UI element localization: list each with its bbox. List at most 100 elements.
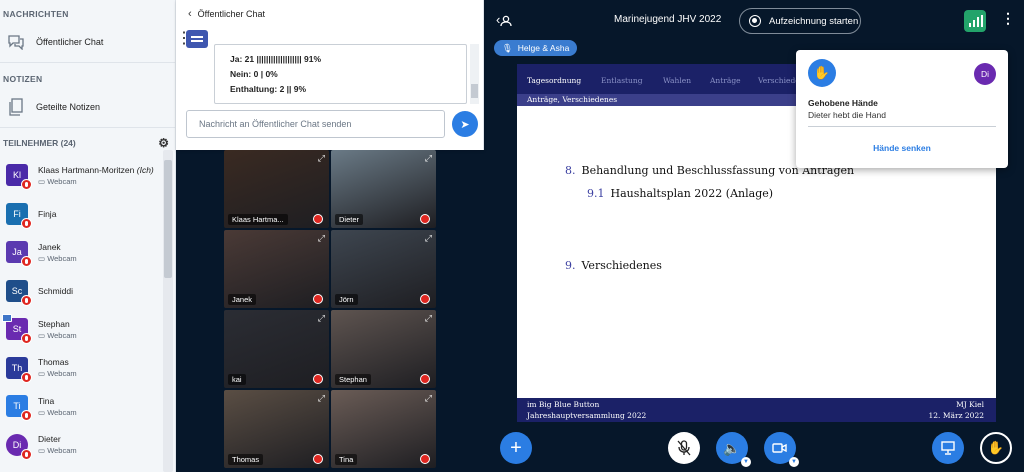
participant-status-text: Webcam — [47, 369, 77, 379]
expand-icon[interactable]: ⤢ — [425, 313, 432, 324]
options-menu-icon[interactable]: ⋮ — [1001, 10, 1015, 27]
avatar: Th — [6, 356, 32, 383]
webcam-username[interactable]: kai — [228, 374, 246, 385]
expand-icon[interactable]: ⤢ — [318, 313, 325, 324]
muted-icon — [313, 294, 323, 304]
webcam-username[interactable]: Klaas Hartma... — [228, 214, 288, 225]
muted-icon — [21, 217, 32, 229]
muted-icon — [420, 374, 430, 384]
participant-info: Dieter ▭ Webcam — [38, 434, 77, 455]
footer-left-2: Jahreshauptversammlung 2022 — [527, 411, 647, 420]
expand-icon[interactable]: ⤢ — [425, 153, 432, 164]
gear-icon[interactable]: ⚙ — [158, 136, 169, 150]
microphone-icon: 🎙 — [502, 42, 513, 53]
webcam-username[interactable]: Thomas — [228, 454, 264, 465]
muted-icon — [21, 371, 32, 383]
participant-name: Klaas Hartmann-Moritzen (Ich) — [38, 165, 154, 175]
raised-hand-icon: ✋ — [808, 59, 836, 87]
chat-message-input[interactable]: Nachricht an Öffentlicher Chat senden — [186, 110, 445, 138]
expand-icon[interactable]: ⤢ — [318, 153, 325, 164]
avatar: Sc — [6, 279, 32, 306]
messages-section-title: NACHRICHTEN — [3, 9, 69, 19]
back-chevron-icon[interactable]: ‹ — [188, 8, 192, 20]
poll-line-abstain: Enthaltung: 2 || 9% — [230, 84, 307, 94]
divider — [0, 127, 175, 128]
raise-hand-button[interactable]: ✋ — [980, 432, 1012, 464]
webcam-tile[interactable]: ⤢ Janek — [224, 230, 329, 308]
webcam-icon: ▭ — [38, 176, 46, 186]
expand-icon[interactable]: ⤢ — [318, 393, 325, 404]
agenda-number: 9.1 — [587, 187, 605, 200]
chat-header: ‹ Öffentlicher Chat — [176, 0, 483, 28]
participant-name: Tina — [38, 396, 77, 406]
muted-icon — [313, 374, 323, 384]
participant-status-text: Webcam — [47, 446, 77, 456]
camera-button[interactable]: ▼ — [764, 432, 799, 467]
chat-panel: ‹ Öffentlicher Chat ⋮ Ja: 21 |||||||||||… — [176, 0, 484, 150]
scrollbar-thumb[interactable] — [164, 160, 172, 278]
chevron-down-icon[interactable]: ▼ — [741, 457, 751, 467]
plus-icon: + — [510, 436, 522, 459]
slide-nav-item: Wahlen — [663, 76, 692, 85]
participant-item[interactable]: St Stephan ▭ Webcam — [0, 310, 175, 349]
participant-item[interactable]: Sc Schmiddi — [0, 272, 175, 311]
webcam-username[interactable]: Jörn — [335, 294, 358, 305]
participant-item[interactable]: Ja Janek ▭ Webcam — [0, 233, 175, 272]
muted-icon — [420, 214, 430, 224]
lower-hands-button[interactable]: Hände senken — [796, 143, 1008, 153]
toggle-userlist-icon[interactable]: ‹ — [496, 12, 512, 27]
chat-title[interactable]: Öffentlicher Chat — [198, 9, 265, 19]
webcam-icon: ▭ — [38, 330, 46, 340]
participant-info: Janek ▭ Webcam — [38, 242, 77, 263]
agenda-item: 9. Verschiedenes — [565, 259, 662, 272]
presentation-button[interactable] — [932, 432, 964, 464]
participant-info: Tina ▭ Webcam — [38, 396, 77, 417]
shared-notes-item[interactable]: Geteilte Notizen — [0, 89, 175, 125]
expand-icon[interactable]: ⤢ — [425, 393, 432, 404]
avatar-initials: Th — [11, 362, 23, 373]
webcam-tile[interactable]: ⤢ Dieter — [331, 150, 436, 228]
participant-status: ▭ Webcam — [38, 369, 77, 378]
webcam-tile[interactable]: ⤢ Stephan — [331, 310, 436, 388]
webcam-tile[interactable]: ⤢ Tina — [331, 390, 436, 468]
poll-result-box: Ja: 21 ||||||||||||||||||| 91% Nein: 0 |… — [214, 44, 467, 104]
participant-item[interactable]: Di Dieter ▭ Webcam — [0, 426, 175, 465]
participant-item[interactable]: Fi Finja — [0, 195, 175, 234]
connection-status-icon[interactable] — [964, 10, 986, 32]
avatar: Ti — [6, 395, 32, 422]
webcam-username[interactable]: Dieter — [335, 214, 364, 225]
mute-button[interactable] — [668, 432, 700, 464]
participant-info: Klaas Hartmann-Moritzen (Ich) ▭ Webcam — [38, 165, 154, 186]
actions-plus-button[interactable]: + — [500, 432, 532, 464]
webcam-username[interactable]: Tina — [335, 454, 358, 465]
divider — [0, 62, 175, 63]
chat-scrollbar-thumb[interactable] — [471, 84, 478, 98]
webcam-tile[interactable]: ⤢ Klaas Hartma... — [224, 150, 329, 228]
chat-scrollbar[interactable] — [470, 44, 479, 104]
expand-icon[interactable]: ⤢ — [318, 233, 325, 244]
send-button[interactable]: ➤ — [452, 111, 478, 137]
participant-scrollbar[interactable] — [163, 150, 173, 472]
participant-item[interactable]: Ti Tina ▭ Webcam — [0, 387, 175, 426]
webcam-username[interactable]: Janek — [228, 294, 257, 305]
webcam-username[interactable]: Stephan — [335, 374, 371, 385]
public-chat-item[interactable]: Öffentlicher Chat — [0, 24, 175, 60]
participant-item[interactable]: Kl Klaas Hartmann-Moritzen (Ich) ▭ Webcam — [0, 156, 175, 195]
participant-item[interactable]: Th Thomas ▭ Webcam — [0, 349, 175, 388]
chevron-down-icon[interactable]: ▼ — [789, 457, 799, 467]
webcam-tile[interactable]: ⤢ kai — [224, 310, 329, 388]
start-recording-button[interactable]: Aufzeichnung starten — [739, 8, 861, 34]
webcam-tile[interactable]: ⤢ Jörn — [331, 230, 436, 308]
audio-button[interactable]: 🔈 ▼ — [716, 432, 751, 467]
webcam-tile[interactable]: ⤢ Thomas — [224, 390, 329, 468]
participant-list: Kl Klaas Hartmann-Moritzen (Ich) ▭ Webcam F… — [0, 156, 175, 464]
raised-hands-notification: ✋ Di Gehobene Hände Dieter hebt die Hand… — [796, 50, 1008, 168]
muted-icon — [21, 410, 32, 422]
participant-status: ▭ Webcam — [38, 331, 77, 340]
participant-name-text: Stephan — [38, 318, 70, 329]
expand-icon[interactable]: ⤢ — [425, 233, 432, 244]
slide-footer: im Big Blue Button MJ Kiel Jahreshauptve… — [517, 398, 996, 422]
divider — [808, 126, 996, 127]
shared-notes-label: Geteilte Notizen — [36, 102, 101, 112]
raised-hands-text: Dieter hebt die Hand — [808, 110, 886, 120]
